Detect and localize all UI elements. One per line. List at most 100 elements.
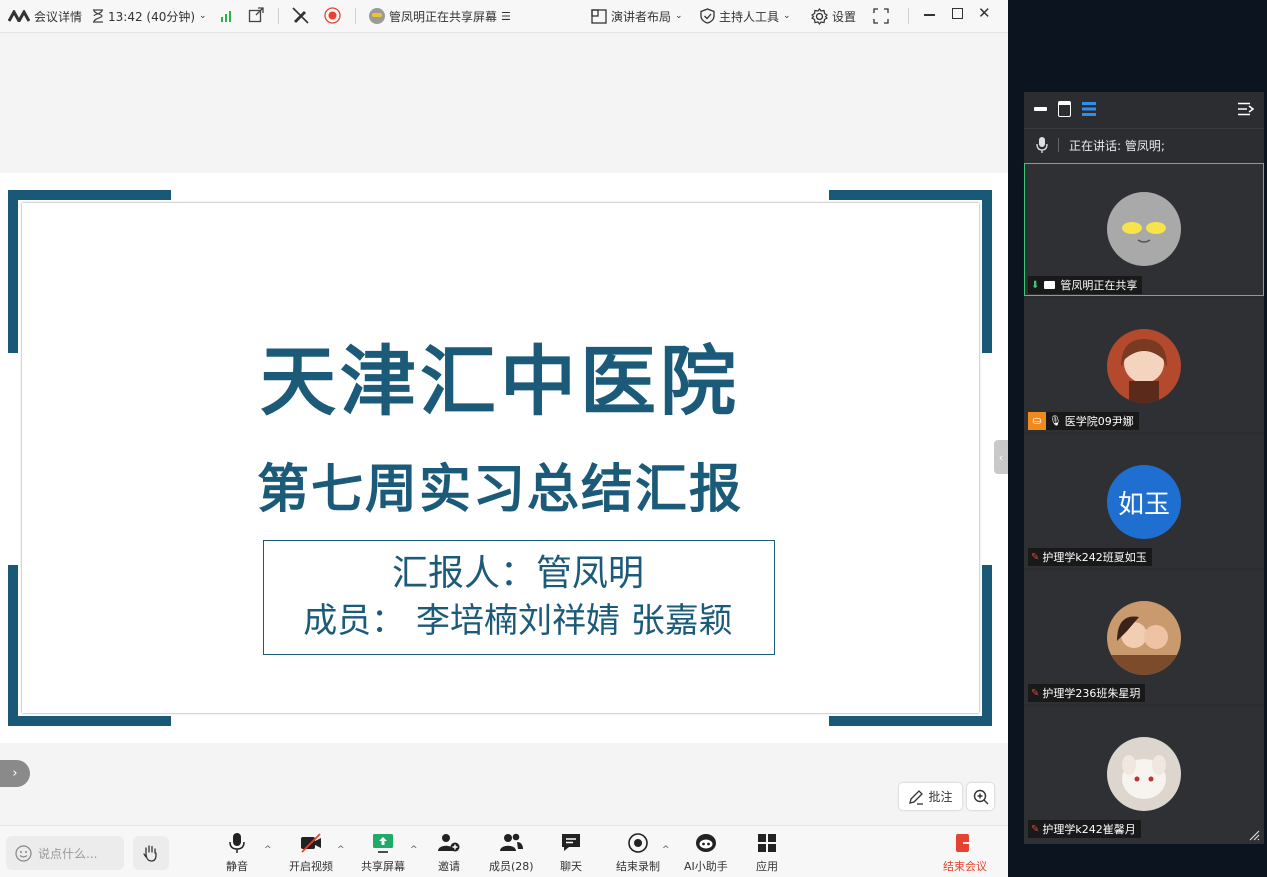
participant-name-tag: ⬇ 管凤明正在共享 — [1028, 276, 1143, 294]
participant-avatar — [1107, 192, 1181, 266]
caret-up-icon[interactable]: ^ — [337, 845, 345, 855]
slide-frame-accent — [8, 565, 18, 726]
participant-name-tag: ⛀ 🎙 医学院09尹娜 — [1028, 412, 1139, 430]
slide-frame-accent — [8, 190, 171, 200]
microphone-icon — [1036, 137, 1048, 153]
list-view-icon[interactable] — [1082, 101, 1096, 120]
participant-avatar: 如玉 — [1107, 465, 1181, 539]
chat-icon — [562, 834, 580, 851]
maximize-icon[interactable] — [952, 8, 963, 19]
invite-label: 邀请 — [438, 860, 460, 873]
microphone-icon — [229, 833, 245, 853]
start-video-label: 开启视频 — [289, 860, 333, 873]
hand-icon — [143, 844, 157, 862]
participant-name-tag: ✎ 护理学k242崔馨月 — [1028, 820, 1141, 838]
slide-frame-accent — [829, 190, 992, 200]
share-screen-button[interactable]: 共享屏幕 — [361, 832, 405, 874]
members-icon — [500, 833, 524, 851]
chevron-left-icon: ‹ — [998, 450, 1004, 464]
annotate-button[interactable]: 批注 — [899, 783, 962, 810]
add-user-icon — [438, 834, 460, 852]
annotate-label: 批注 — [928, 790, 953, 804]
chevron-down-icon: ⌄ — [199, 11, 207, 21]
recording-icon[interactable] — [324, 7, 341, 27]
caret-up-icon[interactable]: ^ — [410, 845, 418, 855]
settings-button[interactable]: 设置 — [811, 7, 857, 25]
close-icon[interactable]: ✕ — [978, 4, 991, 22]
end-meeting-button[interactable]: 结束会议 — [943, 832, 987, 874]
speaking-indicator: 正在讲话: 管凤明; — [1024, 129, 1264, 161]
collapse-sidebar-handle[interactable]: ‹ — [994, 440, 1008, 474]
caret-up-icon[interactable]: ^ — [264, 845, 272, 855]
end-recording-label: 结束录制 — [616, 860, 660, 873]
emoji-icon — [15, 844, 32, 862]
timer-dropdown[interactable]: 13:42 (40分钟) ⌄ — [92, 8, 207, 25]
share-screen-label: 共享屏幕 — [361, 860, 405, 873]
slide-title: 天津汇中医院 — [260, 337, 740, 426]
shield-check-icon — [700, 8, 715, 24]
ai-assistant-button[interactable]: AI小助手 — [684, 832, 728, 874]
expand-panel-button[interactable]: › — [0, 760, 30, 787]
divider — [1058, 138, 1059, 152]
microphone-muted-icon: ✎ — [1031, 551, 1040, 563]
signal-icon[interactable] — [220, 9, 234, 25]
ai-assistant-icon — [695, 834, 716, 852]
participant-name: 护理学k242班夏如玉 — [1042, 551, 1147, 564]
sharing-status-text: 管凤明正在共享屏幕 — [389, 9, 498, 24]
chat-button[interactable]: 聊天 — [560, 832, 582, 874]
participant-name-tag: ✎ 护理学k242班夏如玉 — [1028, 548, 1152, 566]
raise-hand-button[interactable] — [133, 836, 169, 870]
layout-icon — [591, 8, 607, 24]
end-recording-button[interactable]: 结束录制 — [616, 832, 660, 874]
participant-name: 医学院09尹娜 — [1064, 415, 1134, 428]
fullscreen-icon[interactable] — [873, 8, 889, 27]
app-logo-icon — [8, 10, 30, 22]
members-button[interactable]: 成员(28) — [489, 832, 534, 874]
end-meeting-label: 结束会议 — [943, 860, 987, 873]
minimize-panel-icon[interactable] — [1034, 107, 1047, 111]
screen-share-icon — [1044, 281, 1056, 289]
slide-frame-accent — [8, 716, 171, 726]
zoom-button[interactable] — [967, 783, 994, 810]
meeting-details-button[interactable]: 会议详情 — [8, 8, 82, 25]
divider — [355, 8, 356, 24]
popout-icon[interactable] — [248, 7, 264, 26]
minimize-icon[interactable] — [924, 14, 935, 16]
chat-input-placeholder: 说点什么... — [38, 846, 98, 861]
top-toolbar: 会议详情 13:42 (40分钟) ⌄ 管凤明正在共享屏幕 ☰ 演讲者布局 ⌄ … — [0, 0, 1008, 33]
host-tools-dropdown[interactable]: 主持人工具 ⌄ — [700, 8, 791, 25]
slide-subtitle: 第七周实习总结汇报 — [256, 460, 743, 520]
speaking-text: 正在讲话: 管凤明; — [1069, 138, 1165, 153]
invite-button[interactable]: 邀请 — [437, 832, 461, 874]
microphone-icon: 🎙 — [1049, 415, 1062, 427]
start-video-button[interactable]: 开启视频 — [289, 832, 333, 874]
ai-assistant-label: AI小助手 — [684, 860, 728, 873]
chat-input[interactable]: 说点什么... — [6, 836, 124, 870]
settings-label: 设置 — [832, 9, 857, 24]
pen-icon — [909, 789, 924, 805]
presenter-layout-label: 演讲者布局 — [611, 9, 672, 24]
gear-icon — [811, 7, 828, 25]
collapse-list-icon[interactable] — [1238, 101, 1255, 120]
list-icon: ☰ — [501, 9, 511, 23]
participant-avatar — [1107, 737, 1181, 811]
annotation-off-icon[interactable] — [291, 6, 309, 27]
participant-avatar — [1107, 329, 1181, 403]
share-screen-icon — [373, 834, 393, 853]
slide-frame-accent — [829, 716, 992, 726]
chevron-right-icon: › — [12, 766, 18, 781]
sharing-status[interactable]: 管凤明正在共享屏幕 ☰ — [369, 8, 511, 25]
participant-name: 护理学236班朱星玥 — [1042, 687, 1141, 700]
participant-name: 管凤明正在共享 — [1060, 279, 1138, 292]
apps-button[interactable]: 应用 — [756, 832, 778, 874]
apps-label: 应用 — [756, 860, 778, 873]
presenter-layout-dropdown[interactable]: 演讲者布局 ⌄ — [591, 8, 683, 25]
exit-icon — [956, 834, 976, 852]
sharer-avatar-icon — [369, 8, 385, 24]
host-tools-label: 主持人工具 — [719, 9, 780, 24]
resize-grip-icon[interactable] — [1248, 826, 1260, 845]
caret-up-icon[interactable]: ^ — [662, 845, 670, 855]
window-icon[interactable] — [1058, 101, 1071, 117]
mute-button[interactable]: 静音 — [226, 832, 248, 874]
chat-label: 聊天 — [560, 860, 582, 873]
